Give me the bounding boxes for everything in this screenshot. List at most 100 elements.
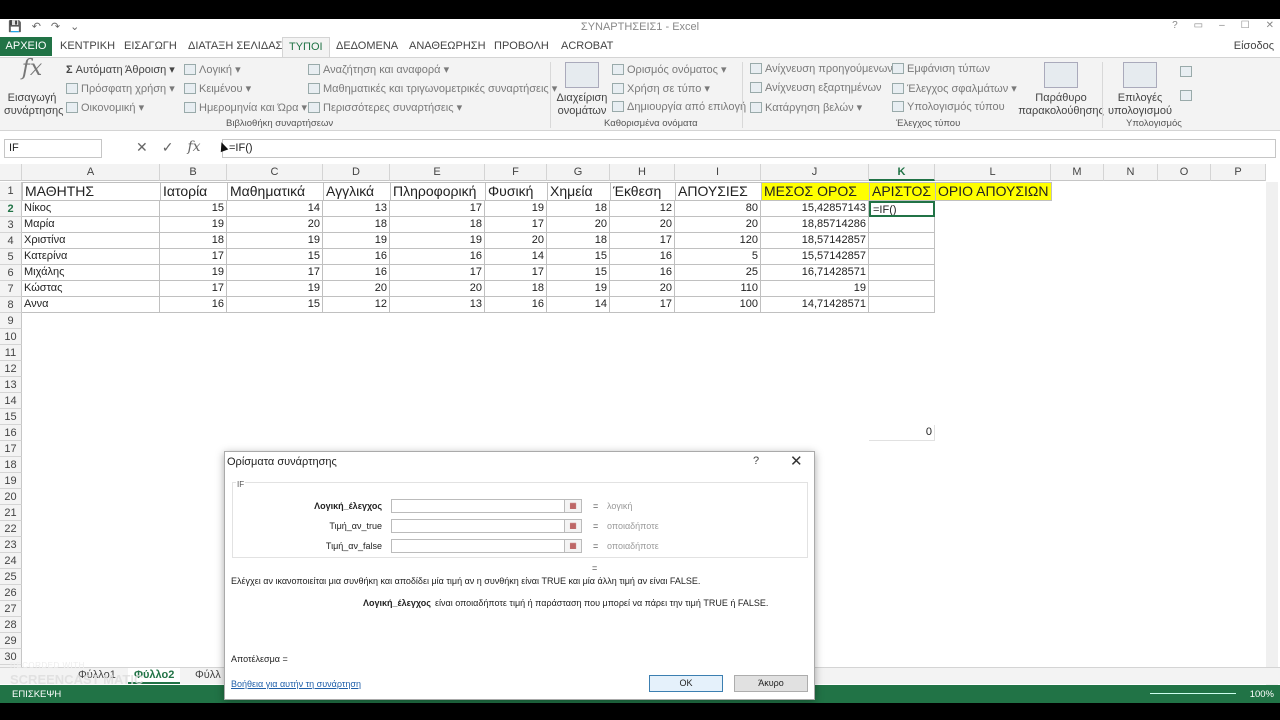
data-cell[interactable]: 17 bbox=[485, 265, 547, 281]
tab-review[interactable]: ΑΝΑΘΕΩΡΗΣΗ bbox=[409, 40, 486, 52]
calculation-options-button[interactable]: Επιλογές υπολογισμού bbox=[1106, 62, 1174, 118]
header-cell[interactable]: Χημεία bbox=[547, 182, 611, 201]
data-cell[interactable]: 15 bbox=[227, 297, 323, 313]
data-cell[interactable]: 18 bbox=[547, 233, 610, 249]
data-cell[interactable]: 13 bbox=[390, 297, 485, 313]
minimize-icon[interactable]: – bbox=[1219, 20, 1225, 31]
row-header[interactable]: 29 bbox=[0, 633, 22, 649]
data-cell[interactable]: 18 bbox=[485, 281, 547, 297]
data-cell[interactable] bbox=[869, 217, 935, 233]
data-cell[interactable]: 18 bbox=[323, 217, 390, 233]
column-header[interactable]: J bbox=[761, 164, 869, 181]
column-header[interactable]: H bbox=[610, 164, 675, 181]
data-cell[interactable]: 17 bbox=[227, 265, 323, 281]
data-cell[interactable]: 14,71428571 bbox=[761, 297, 869, 313]
header-cell[interactable]: Πληροφορική bbox=[390, 182, 486, 201]
math-trig-button[interactable]: Μαθηματικές και τριγωνομετρικές συναρτήσ… bbox=[308, 82, 557, 95]
column-header[interactable]: M bbox=[1051, 164, 1104, 181]
collapse-dialog-icon[interactable]: ▦ bbox=[564, 499, 582, 513]
row-header[interactable]: 5 bbox=[0, 249, 22, 265]
data-cell[interactable]: 15 bbox=[547, 249, 610, 265]
data-cell[interactable]: 12 bbox=[610, 201, 675, 217]
row-header[interactable]: 6 bbox=[0, 265, 22, 281]
header-cell[interactable]: Φυσική bbox=[485, 182, 548, 201]
row-header[interactable]: 7 bbox=[0, 281, 22, 297]
insert-function-button[interactable]: fx Εισαγωγή συνάρτησης bbox=[4, 58, 63, 118]
formula-input[interactable]: =IF() bbox=[222, 139, 1276, 158]
column-header[interactable]: E bbox=[390, 164, 485, 181]
column-header[interactable]: B bbox=[160, 164, 227, 181]
data-cell[interactable]: 12 bbox=[323, 297, 390, 313]
use-in-formula-button[interactable]: Χρήση σε τύπο ▾ bbox=[612, 82, 710, 95]
data-cell[interactable]: 19 bbox=[485, 201, 547, 217]
close-icon[interactable]: ✕ bbox=[1266, 20, 1274, 31]
row-header[interactable]: 19 bbox=[0, 473, 22, 489]
header-cell[interactable]: ΑΠΟΥΣΙΕΣ bbox=[675, 182, 762, 201]
date-time-button[interactable]: Ημερομηνία και Ώρα ▾ bbox=[184, 101, 307, 114]
header-cell[interactable]: ΜΕΣΟΣ ΟΡΟΣ bbox=[761, 182, 870, 201]
trace-dependents-button[interactable]: Ανίχνευση εξαρτημένων bbox=[750, 82, 882, 94]
data-cell[interactable]: 13 bbox=[323, 201, 390, 217]
data-cell[interactable]: 20 bbox=[390, 281, 485, 297]
data-cell[interactable]: Κώστας bbox=[22, 281, 160, 297]
data-cell[interactable]: 20 bbox=[610, 281, 675, 297]
data-cell[interactable]: 19 bbox=[390, 233, 485, 249]
row-header[interactable]: 16 bbox=[0, 425, 22, 441]
data-cell[interactable]: 15 bbox=[160, 201, 227, 217]
data-cell[interactable]: 17 bbox=[610, 233, 675, 249]
data-cell[interactable] bbox=[869, 281, 935, 297]
row-header[interactable]: 20 bbox=[0, 489, 22, 505]
row-header[interactable]: 24 bbox=[0, 553, 22, 569]
watch-window-button[interactable]: Παράθυρο παρακολούθησης bbox=[1018, 62, 1104, 118]
data-cell[interactable]: 20 bbox=[485, 233, 547, 249]
row-header[interactable]: 21 bbox=[0, 505, 22, 521]
collapse-dialog-icon[interactable]: ▦ bbox=[564, 539, 582, 553]
maximize-icon[interactable]: ☐ bbox=[1241, 20, 1250, 31]
row-header[interactable]: 1 bbox=[0, 182, 22, 201]
row-header[interactable]: 27 bbox=[0, 601, 22, 617]
define-name-button[interactable]: Ορισμός ονόματος ▾ bbox=[612, 63, 726, 76]
name-manager-button[interactable]: Διαχείριση ονομάτων bbox=[556, 62, 608, 118]
row-header[interactable]: 10 bbox=[0, 329, 22, 345]
column-header[interactable]: G bbox=[547, 164, 610, 181]
logical-button[interactable]: Λογική ▾ bbox=[184, 63, 241, 76]
zoom-level[interactable]: 100% bbox=[1250, 689, 1274, 700]
data-cell[interactable]: 15 bbox=[547, 265, 610, 281]
calculate-sheet-icon[interactable] bbox=[1180, 90, 1195, 102]
zoom-slider[interactable] bbox=[1150, 693, 1236, 694]
confirm-entry-icon[interactable]: ✓ bbox=[162, 139, 174, 156]
cancel-button[interactable]: Άκυρο bbox=[734, 675, 808, 692]
data-cell[interactable]: 16 bbox=[610, 265, 675, 281]
sheet-tab-3[interactable]: Φύλλ bbox=[189, 668, 227, 684]
data-cell[interactable]: 17 bbox=[160, 281, 227, 297]
data-cell[interactable]: 16,71428571 bbox=[761, 265, 869, 281]
data-cell[interactable]: Αννα bbox=[22, 297, 160, 313]
data-cell[interactable]: =IF() bbox=[869, 201, 935, 217]
error-checking-button[interactable]: Έλεγχος σφαλμάτων ▾ bbox=[892, 82, 1017, 95]
data-cell[interactable]: 15 bbox=[227, 249, 323, 265]
ok-button[interactable]: OK bbox=[649, 675, 723, 692]
row-header[interactable]: 26 bbox=[0, 585, 22, 601]
data-cell[interactable]: 19 bbox=[227, 281, 323, 297]
row-header[interactable]: 2 bbox=[0, 201, 22, 217]
insert-function-icon[interactable]: fx bbox=[187, 139, 200, 156]
data-cell[interactable]: 18 bbox=[160, 233, 227, 249]
header-cell[interactable]: ΑΡΙΣΤΟΣ bbox=[869, 182, 936, 201]
data-cell[interactable]: 16 bbox=[323, 249, 390, 265]
data-cell[interactable]: Χριστίνα bbox=[22, 233, 160, 249]
more-functions-button[interactable]: Περισσότερες συναρτήσεις ▾ bbox=[308, 101, 462, 114]
data-cell[interactable]: 20 bbox=[323, 281, 390, 297]
row-header[interactable]: 25 bbox=[0, 569, 22, 585]
remove-arrows-button[interactable]: Κατάργηση βελών ▾ bbox=[750, 101, 862, 114]
data-cell[interactable]: 14 bbox=[547, 297, 610, 313]
data-cell[interactable]: 14 bbox=[485, 249, 547, 265]
column-header[interactable]: N bbox=[1104, 164, 1158, 181]
data-cell[interactable]: 18,85714286 bbox=[761, 217, 869, 233]
calculate-now-icon[interactable] bbox=[1180, 66, 1195, 78]
data-cell[interactable]: 100 bbox=[675, 297, 761, 313]
data-cell[interactable] bbox=[869, 249, 935, 265]
data-cell[interactable]: 20 bbox=[675, 217, 761, 233]
data-cell[interactable]: 17 bbox=[485, 217, 547, 233]
recent-functions-button[interactable]: Πρόσφατη χρήση ▾ bbox=[66, 82, 175, 95]
sign-in-link[interactable]: Είσοδος bbox=[1234, 40, 1274, 52]
